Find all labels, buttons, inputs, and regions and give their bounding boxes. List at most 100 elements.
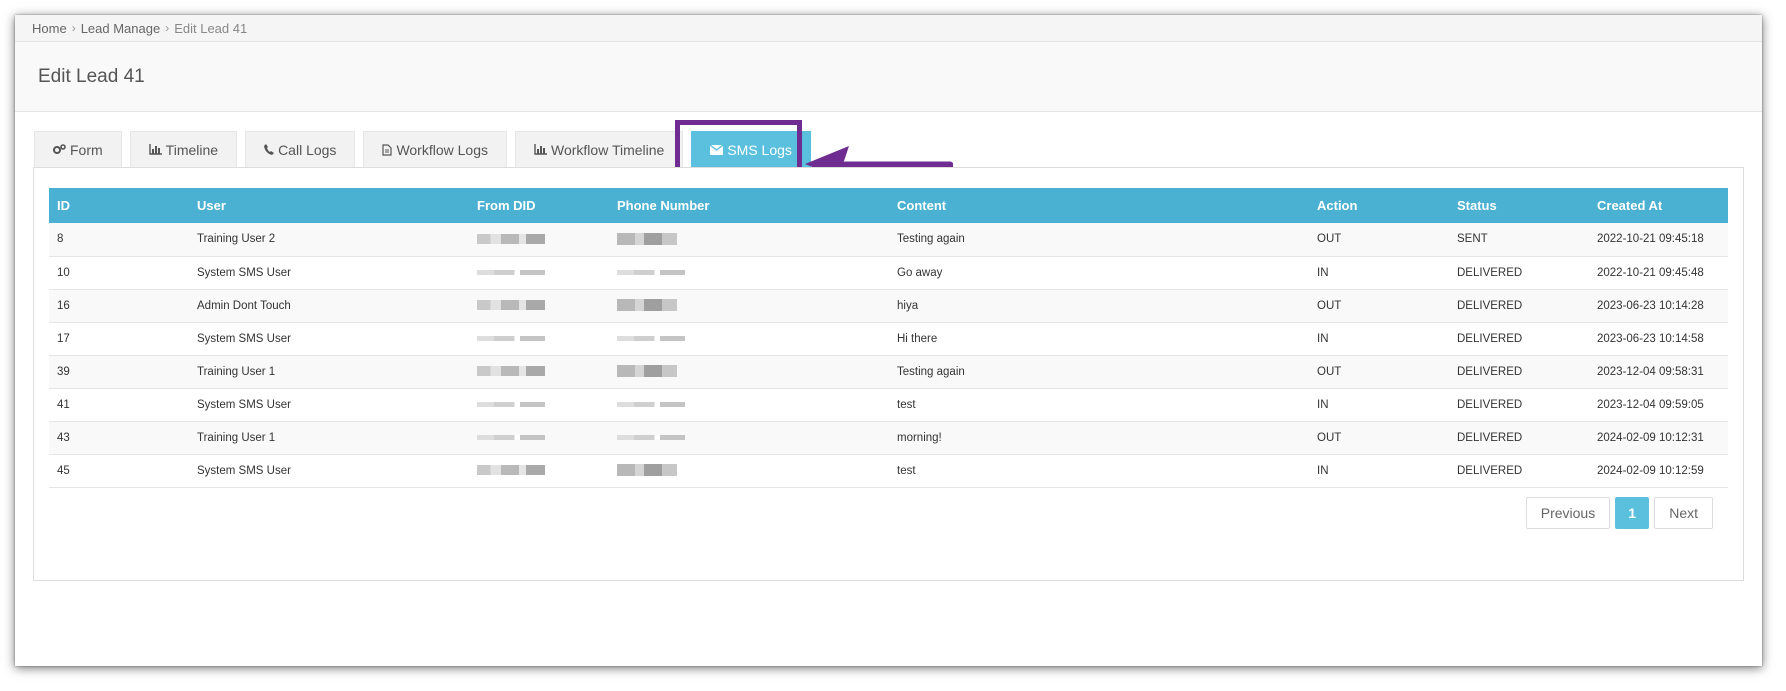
column-header-content[interactable]: Content	[889, 188, 1309, 223]
cell-from-did	[469, 223, 609, 257]
tab-call-logs[interactable]: Call Logs	[245, 131, 356, 167]
cell-id: 45	[49, 454, 189, 488]
column-header-action[interactable]: Action	[1309, 188, 1449, 223]
sms-logs-table: ID User From DID Phone Number Content Ac…	[49, 188, 1728, 488]
cell-phone-number	[609, 355, 889, 389]
cell-status: DELIVERED	[1449, 355, 1589, 389]
redacted-from-did	[477, 434, 545, 440]
cell-action: OUT	[1309, 355, 1449, 389]
tab-label: Form	[70, 141, 103, 158]
tab-workflow-logs[interactable]: Workflow Logs	[363, 131, 507, 167]
page-1-button[interactable]: 1	[1615, 497, 1650, 529]
table-row: 8 Training User 2 Testing again OUT SENT…	[49, 223, 1728, 257]
breadcrumb-separator-icon: ›	[165, 21, 170, 35]
cell-created-at: 2022-10-21 09:45:48	[1589, 256, 1728, 290]
table-header-row: ID User From DID Phone Number Content Ac…	[49, 188, 1728, 223]
cell-content: test	[889, 454, 1309, 488]
redacted-from-did	[477, 269, 545, 275]
cell-status: DELIVERED	[1449, 454, 1589, 488]
redacted-from-did	[477, 401, 545, 407]
tab-label: Call Logs	[278, 141, 337, 158]
cell-action: OUT	[1309, 289, 1449, 323]
cell-content: Hi there	[889, 322, 1309, 356]
title-bar: Edit Lead 41	[15, 42, 1762, 112]
table-row: 10 System SMS User Go away IN DELIVERED …	[49, 256, 1728, 290]
cell-created-at: 2023-12-04 09:58:31	[1589, 355, 1728, 389]
cell-status: DELIVERED	[1449, 322, 1589, 356]
cell-from-did	[469, 322, 609, 356]
cell-action: IN	[1309, 256, 1449, 290]
column-header-created-at[interactable]: Created At	[1589, 188, 1728, 223]
bar-chart-icon	[148, 144, 162, 155]
pagination: Previous 1 Next	[1521, 497, 1713, 529]
gears-icon	[53, 144, 66, 155]
column-header-id[interactable]: ID	[49, 188, 189, 223]
table-row: 41 System SMS User test IN DELIVERED 202…	[49, 388, 1728, 422]
cell-id: 39	[49, 355, 189, 389]
redacted-from-did	[477, 465, 545, 476]
redacted-from-did	[477, 300, 545, 311]
cell-from-did	[469, 256, 609, 290]
cell-status: DELIVERED	[1449, 256, 1589, 290]
cell-phone-number	[609, 223, 889, 257]
cell-user: System SMS User	[189, 256, 469, 290]
cell-created-at: 2023-12-04 09:59:05	[1589, 388, 1728, 422]
cell-content: Testing again	[889, 355, 1309, 389]
cell-from-did	[469, 454, 609, 488]
redacted-phone-number	[617, 365, 677, 378]
app-window: Home › Lead Manage › Edit Lead 41 Edit L…	[15, 15, 1762, 666]
cell-action: OUT	[1309, 223, 1449, 257]
cell-id: 17	[49, 322, 189, 356]
redacted-phone-number	[617, 299, 677, 312]
column-header-phone-number[interactable]: Phone Number	[609, 188, 889, 223]
cell-user: System SMS User	[189, 322, 469, 356]
redacted-phone-number	[617, 233, 677, 246]
tab-timeline[interactable]: Timeline	[129, 131, 238, 167]
cell-created-at: 2024-02-09 10:12:59	[1589, 454, 1728, 488]
cell-id: 41	[49, 388, 189, 422]
table-row: 17 System SMS User Hi there IN DELIVERED…	[49, 322, 1728, 356]
breadcrumb-home[interactable]: Home	[32, 21, 67, 36]
cell-status: DELIVERED	[1449, 388, 1589, 422]
cell-id: 8	[49, 223, 189, 257]
tab-workflow-timeline[interactable]: Workflow Timeline	[515, 131, 684, 167]
cell-id: 10	[49, 256, 189, 290]
redacted-from-did	[477, 234, 545, 245]
redacted-phone-number	[617, 434, 685, 440]
cell-phone-number	[609, 322, 889, 356]
redacted-phone-number	[617, 269, 685, 275]
breadcrumb-lead-manage[interactable]: Lead Manage	[81, 21, 161, 36]
redacted-phone-number	[617, 335, 685, 341]
tab-form[interactable]: Form	[34, 131, 122, 167]
cell-status: DELIVERED	[1449, 289, 1589, 323]
cell-user: System SMS User	[189, 454, 469, 488]
cell-id: 43	[49, 421, 189, 455]
breadcrumb-current: Edit Lead 41	[174, 20, 248, 36]
cell-content: Go away	[889, 256, 1309, 290]
page-title: Edit Lead 41	[38, 65, 145, 87]
redacted-from-did	[477, 335, 545, 341]
redacted-from-did	[477, 366, 545, 377]
cell-user: Training User 1	[189, 355, 469, 389]
cell-phone-number	[609, 256, 889, 290]
column-header-status[interactable]: Status	[1449, 188, 1589, 223]
cell-from-did	[469, 388, 609, 422]
cell-created-at: 2022-10-21 09:45:18	[1589, 223, 1728, 257]
column-header-from-did[interactable]: From DID	[469, 188, 609, 223]
previous-page-button[interactable]: Previous	[1525, 497, 1611, 529]
tab-label: Workflow Logs	[396, 141, 488, 158]
redacted-phone-number	[617, 464, 677, 477]
phone-icon	[264, 144, 275, 155]
table-row: 16 Admin Dont Touch hiya OUT DELIVERED 2…	[49, 289, 1728, 323]
cell-action: OUT	[1309, 421, 1449, 455]
next-page-button[interactable]: Next	[1654, 497, 1713, 529]
cell-phone-number	[609, 388, 889, 422]
cell-action: IN	[1309, 454, 1449, 488]
cell-content: hiya	[889, 289, 1309, 323]
cell-created-at: 2023-06-23 10:14:28	[1589, 289, 1728, 323]
cell-action: IN	[1309, 322, 1449, 356]
cell-id: 16	[49, 289, 189, 323]
table-row: 43 Training User 1 morning! OUT DELIVERE…	[49, 421, 1728, 455]
column-header-user[interactable]: User	[189, 188, 469, 223]
sms-logs-panel: ID User From DID Phone Number Content Ac…	[33, 167, 1744, 581]
